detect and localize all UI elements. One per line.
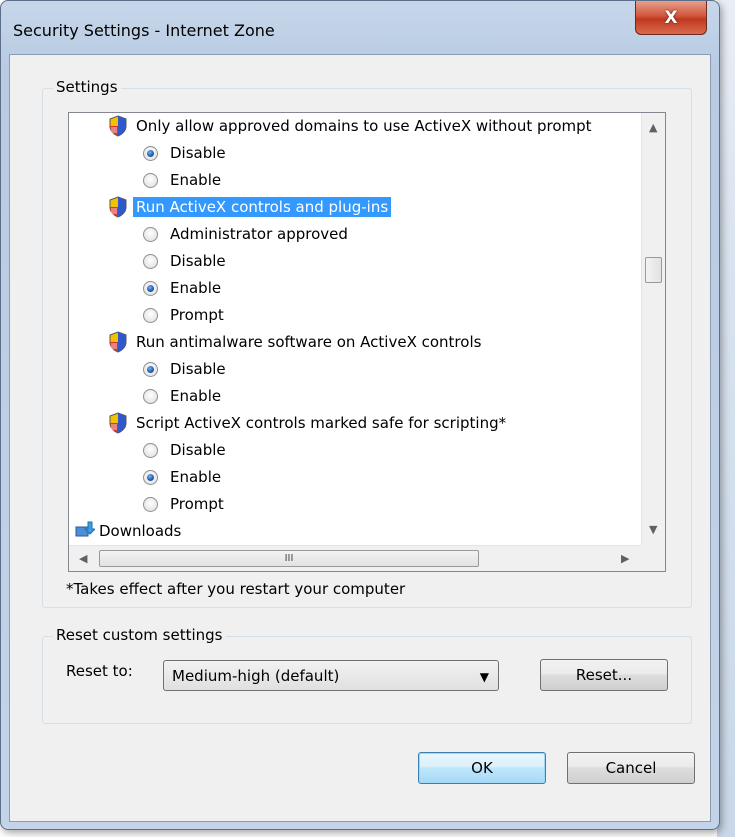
setting-category[interactable]: Script ActiveX controls marked safe for … — [109, 410, 509, 436]
radio-button[interactable] — [143, 361, 158, 377]
scroll-corner — [641, 545, 665, 571]
title-bar[interactable]: Security Settings - Internet Zone X — [1, 1, 719, 61]
scroll-down-arrow-icon[interactable]: ▼ — [649, 523, 657, 536]
chevron-down-icon: ▼ — [479, 670, 489, 684]
window-title: Security Settings - Internet Zone — [13, 21, 275, 40]
setting-option-label: Enable — [170, 279, 222, 297]
radio-button[interactable] — [143, 442, 158, 458]
setting-section-label: Downloads — [99, 522, 182, 540]
scroll-left-arrow-icon[interactable]: ◀ — [79, 552, 87, 565]
radio-button[interactable] — [143, 280, 158, 296]
setting-option[interactable]: Disable — [143, 437, 226, 463]
setting-option[interactable]: Disable — [143, 140, 226, 166]
setting-option-label: Enable — [170, 387, 222, 405]
settings-legend: Settings — [53, 78, 121, 96]
radio-button[interactable] — [143, 388, 158, 404]
radio-button[interactable] — [143, 307, 158, 323]
setting-option-label: Enable — [170, 468, 222, 486]
setting-option[interactable]: Disable — [143, 248, 226, 274]
setting-category[interactable]: Run antimalware software on ActiveX cont… — [109, 329, 484, 355]
reset-to-label: Reset to: — [66, 662, 133, 680]
radio-button[interactable] — [143, 496, 158, 512]
settings-tree-content: Only allow approved domains to use Activ… — [69, 113, 641, 545]
setting-option-label: Disable — [170, 252, 226, 270]
restart-note: *Takes effect after you restart your com… — [66, 580, 406, 598]
scroll-up-arrow-icon[interactable]: ▲ — [649, 121, 657, 134]
setting-option[interactable]: Enable — [143, 275, 221, 301]
reset-legend: Reset custom settings — [53, 626, 226, 644]
shield-icon — [109, 115, 127, 137]
settings-tree-list[interactable]: Only allow approved domains to use Activ… — [68, 112, 666, 572]
ok-button[interactable]: OK — [418, 752, 546, 784]
ok-button-label: OK — [471, 759, 493, 777]
setting-option[interactable]: Disable — [143, 356, 226, 382]
reset-level-value: Medium-high (default) — [172, 667, 340, 685]
setting-option-label: Enable — [170, 171, 222, 189]
reset-button[interactable]: Reset... — [540, 659, 668, 691]
radio-button[interactable] — [143, 469, 158, 485]
reset-level-dropdown[interactable]: Medium-high (default) ▼ — [163, 660, 499, 691]
scroll-grip-icon: III — [284, 553, 294, 564]
setting-category-label: Script ActiveX controls marked safe for … — [136, 414, 507, 432]
setting-category-label: Run antimalware software on ActiveX cont… — [136, 333, 482, 351]
setting-option-label: Disable — [170, 144, 226, 162]
shield-icon — [109, 331, 127, 353]
reset-button-label: Reset... — [575, 666, 633, 684]
setting-option[interactable]: Enable — [143, 383, 221, 409]
setting-option-label: Prompt — [170, 495, 224, 513]
setting-option-label: Prompt — [170, 306, 224, 324]
setting-option-label: Disable — [170, 441, 226, 459]
radio-button[interactable] — [143, 253, 158, 269]
downloads-icon — [75, 521, 97, 541]
horizontal-scroll-thumb[interactable]: III — [99, 550, 479, 567]
setting-option-label: Administrator approved — [170, 225, 348, 243]
shield-icon — [109, 412, 127, 434]
close-icon: X — [664, 7, 678, 28]
setting-option[interactable]: Enable — [143, 464, 221, 490]
radio-button[interactable] — [143, 226, 158, 242]
setting-category-label: Only allow approved domains to use Activ… — [136, 117, 592, 135]
radio-button[interactable] — [143, 145, 158, 161]
scroll-right-arrow-icon[interactable]: ▶ — [621, 552, 629, 565]
setting-option-label: Disable — [170, 360, 226, 378]
setting-option[interactable]: Administrator approved — [143, 221, 348, 247]
close-button[interactable]: X — [635, 1, 707, 35]
setting-option[interactable]: Prompt — [143, 302, 224, 328]
cancel-button-label: Cancel — [605, 759, 657, 777]
vertical-scroll-thumb[interactable] — [645, 257, 662, 283]
setting-option[interactable]: Prompt — [143, 491, 224, 517]
radio-button[interactable] — [143, 172, 158, 188]
setting-category[interactable]: Run ActiveX controls and plug-ins — [109, 194, 392, 220]
setting-section[interactable]: Downloads — [75, 518, 181, 544]
cancel-button[interactable]: Cancel — [567, 752, 695, 784]
shield-icon — [109, 196, 127, 218]
vertical-scrollbar[interactable]: ▲ ▼ — [641, 113, 665, 545]
setting-category-label: Run ActiveX controls and plug-ins — [133, 197, 392, 217]
setting-category[interactable]: Only allow approved domains to use Activ… — [109, 113, 595, 139]
setting-option[interactable]: Enable — [143, 167, 221, 193]
horizontal-scrollbar[interactable]: ◀ III ▶ — [69, 545, 641, 571]
